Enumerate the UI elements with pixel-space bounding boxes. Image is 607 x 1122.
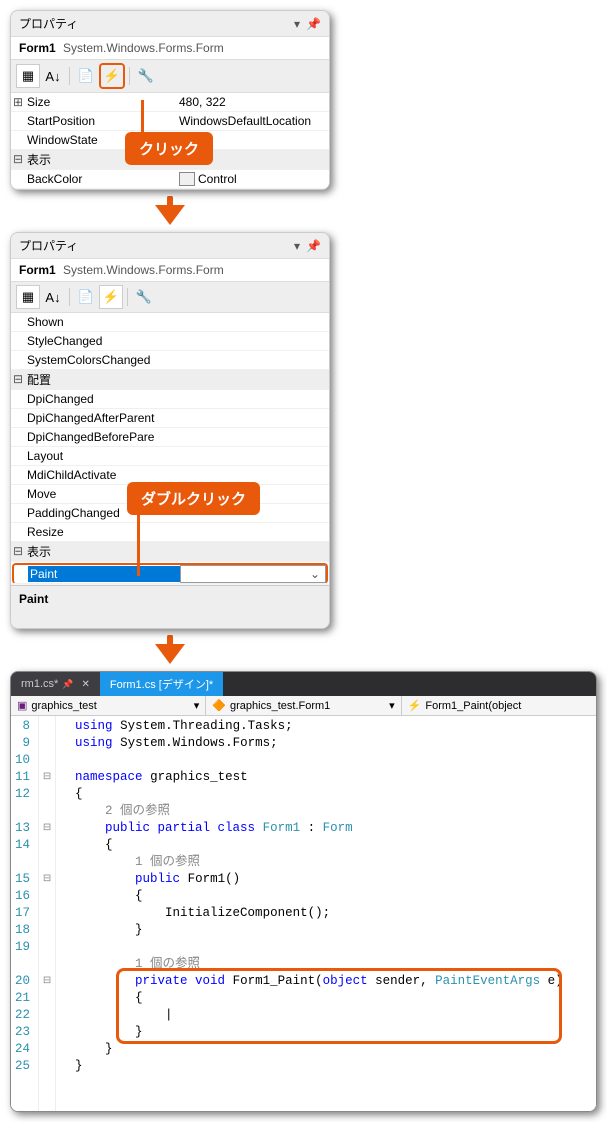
- category-row[interactable]: ⊟表示: [11, 542, 329, 562]
- arrow-down-icon: [10, 196, 330, 226]
- expand-icon[interactable]: ⊞: [11, 95, 25, 110]
- fold-gutter[interactable]: ⊟⊟⊟⊟: [39, 716, 56, 1111]
- event-row[interactable]: SystemColorsChanged: [11, 351, 329, 370]
- prop-value[interactable]: WindowsDefaultLocation: [177, 113, 329, 129]
- event-row[interactable]: Resize: [11, 523, 329, 542]
- category-row[interactable]: ⊟配置: [11, 370, 329, 390]
- color-swatch: [179, 172, 195, 186]
- properties-icon[interactable]: 📄: [74, 285, 98, 309]
- events-grid: Shown StyleChanged SystemColorsChanged ⊟…: [11, 313, 329, 584]
- object-selector[interactable]: Form1 System.Windows.Forms.Form: [11, 259, 329, 282]
- event-row[interactable]: DpiChangedBeforePare: [11, 428, 329, 447]
- nav-method[interactable]: ⚡Form1_Paint(object: [402, 696, 596, 715]
- callout-doubleclick: ダブルクリック: [127, 482, 260, 515]
- object-selector[interactable]: Form1 System.Windows.Forms.Form: [11, 37, 329, 60]
- code-editor-panel: rm1.cs*📌✕ Form1.cs [デザイン]* ▣graphics_tes…: [10, 671, 597, 1112]
- tab-form1-design[interactable]: Form1.cs [デザイン]*: [100, 672, 223, 696]
- prop-value[interactable]: Control: [177, 171, 329, 188]
- nav-project[interactable]: ▣graphics_test▾: [11, 696, 206, 715]
- properties-toolbar: ▦ A↓ 📄 ⚡ 🔧: [11, 60, 329, 93]
- prop-value[interactable]: 480, 322: [177, 94, 329, 110]
- property-pages-icon[interactable]: 🔧: [132, 285, 156, 309]
- property-pages-icon[interactable]: 🔧: [134, 64, 158, 88]
- tab-bar: rm1.cs*📌✕ Form1.cs [デザイン]*: [11, 672, 596, 696]
- selector-name: Form1: [19, 41, 56, 55]
- nav-class[interactable]: 🔶graphics_test.Form1▾: [206, 696, 401, 715]
- event-row[interactable]: DpiChangedAfterParent: [11, 409, 329, 428]
- callout-click: クリック: [125, 132, 213, 165]
- event-row[interactable]: DpiChanged: [11, 390, 329, 409]
- properties-icon[interactable]: 📄: [74, 64, 98, 88]
- alphabetical-icon[interactable]: A↓: [41, 285, 65, 309]
- events-icon[interactable]: ⚡: [99, 285, 123, 309]
- code-content[interactable]: using System.Threading.Tasks; using Syst…: [56, 716, 596, 1111]
- prop-row[interactable]: StartPosition WindowsDefaultLocation: [11, 112, 329, 131]
- properties-panel-2: プロパティ ▾ 📌 Form1 System.Windows.Forms.For…: [10, 232, 330, 629]
- prop-row[interactable]: ⊞ Size 480, 322: [11, 93, 329, 112]
- event-row[interactable]: StyleChanged: [11, 332, 329, 351]
- code-highlight-box: [116, 968, 562, 1044]
- line-numbers: 8910111213141516171819202122232425: [11, 716, 39, 1111]
- close-icon[interactable]: ✕: [82, 679, 90, 690]
- events-icon[interactable]: ⚡: [99, 63, 125, 89]
- description-pane: Paint: [11, 585, 329, 628]
- panel-title-bar: プロパティ ▾ 📌: [11, 11, 329, 37]
- panel-title: プロパティ: [19, 15, 288, 32]
- prop-name: Size: [25, 94, 177, 110]
- pin-icon[interactable]: 📌: [306, 239, 321, 253]
- dropdown-icon[interactable]: ▾: [294, 17, 300, 31]
- event-handler-input[interactable]: ⌄: [180, 565, 326, 583]
- selector-name: Form1: [19, 263, 56, 277]
- prop-row[interactable]: BackColor Control: [11, 170, 329, 189]
- collapse-icon[interactable]: ⊟: [11, 372, 25, 387]
- dropdown-icon[interactable]: ▾: [294, 239, 300, 253]
- event-row-paint[interactable]: Paint ⌄: [12, 563, 328, 584]
- categorized-icon[interactable]: ▦: [16, 64, 40, 88]
- prop-name: StartPosition: [25, 113, 177, 129]
- collapse-icon[interactable]: ⊟: [11, 544, 25, 559]
- prop-name: BackColor: [25, 171, 177, 187]
- dropdown-icon[interactable]: ⌄: [307, 567, 323, 581]
- event-row[interactable]: Shown: [11, 313, 329, 332]
- categorized-icon[interactable]: ▦: [16, 285, 40, 309]
- nav-bar: ▣graphics_test▾ 🔶graphics_test.Form1▾ ⚡F…: [11, 696, 596, 716]
- arrow-down-icon: [10, 635, 330, 665]
- panel-title-bar: プロパティ ▾ 📌: [11, 233, 329, 259]
- selector-type: System.Windows.Forms.Form: [63, 263, 224, 277]
- pin-icon[interactable]: 📌: [306, 17, 321, 31]
- panel-title: プロパティ: [19, 237, 288, 254]
- event-name: Paint: [28, 566, 180, 582]
- selector-type: System.Windows.Forms.Form: [63, 41, 224, 55]
- code-area[interactable]: 8910111213141516171819202122232425 ⊟⊟⊟⊟ …: [11, 716, 596, 1111]
- alphabetical-icon[interactable]: A↓: [41, 64, 65, 88]
- pin-icon[interactable]: 📌: [62, 679, 73, 690]
- properties-toolbar: ▦ A↓ 📄 ⚡ 🔧: [11, 282, 329, 313]
- tab-form1-cs[interactable]: rm1.cs*📌✕: [11, 672, 100, 696]
- event-row[interactable]: Layout: [11, 447, 329, 466]
- collapse-icon[interactable]: ⊟: [11, 152, 25, 167]
